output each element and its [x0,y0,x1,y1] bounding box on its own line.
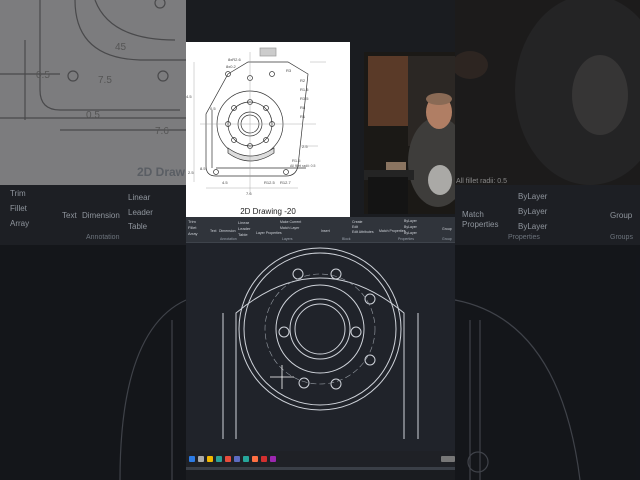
ribbon-insert-button[interactable]: Insert [321,229,330,233]
drawing-canvas[interactable] [186,243,455,470]
ribbon-edit-button[interactable]: Edit [352,225,358,229]
ref-dim-2: R3 [286,68,292,73]
teams-icon[interactable] [234,456,240,462]
ribbon-create-button[interactable]: Create [352,220,363,224]
bg-linear-label: Linear [128,193,151,202]
ref-dim-15: 2.5 [188,170,194,175]
bg-properties-label: Properties [462,220,499,229]
system-tray[interactable] [441,456,455,462]
ref-dim-7: R8 [300,105,306,110]
ribbon-layer-properties-button[interactable]: Layer Properties [256,231,282,235]
ref-fillet-note: All fillet radii: 0.5 [290,164,316,168]
bg-dim-45: 45 [115,42,127,53]
ribbon-toolbar: Trim Fillet Array Text Dimension Linear … [186,217,455,243]
bg-array-label: Array [10,219,30,228]
ribbon-group-button[interactable]: Group [442,227,452,231]
ref-dim-13: 2.5 [302,144,308,149]
bg-trim-label: Trim [10,189,26,198]
bg-dimension-label: Dimension [82,211,120,220]
group-properties: Properties [398,237,414,241]
file-explorer-icon[interactable] [207,456,213,462]
search-icon[interactable] [198,456,204,462]
app-icon-2[interactable] [252,456,258,462]
bg-bylayer-2: ByLayer [518,207,548,216]
bg-group-label: Group [610,211,633,220]
ribbon-trim-button[interactable]: Trim [188,219,196,224]
ribbon-table-button[interactable]: Table [238,232,248,237]
ref-dim-1: 8x0.2 [226,64,236,69]
ref-dim-12: R12.7 [280,180,291,185]
webcam-feed [364,52,455,214]
ribbon-fillet-button[interactable]: Fillet [188,225,196,230]
bg-dim-05b: 0.5 [86,110,100,121]
ref-dim-14: 7.6 [246,191,252,196]
reference-caption: 2D Drawing -20 [240,207,296,216]
ref-dim-5: R3.5 [300,96,309,101]
autocad-icon[interactable] [261,456,267,462]
bg-text-label: Text [62,211,77,220]
ref-dim-10: 4.5 [222,180,228,185]
bg-dim-05a: 0.5 [36,70,50,81]
group-block: Block [342,237,351,241]
ribbon-dimension-button[interactable]: Dimension [219,229,236,233]
cad-window: Trim Fillet Array Text Dimension Linear … [186,217,455,470]
ref-dim-6: 4.5 [186,94,192,99]
ref-dim-17: 0.5 [210,106,216,111]
bg-properties-group: Properties [508,234,540,241]
ribbon-array-button[interactable]: Array [188,231,198,236]
bg-match-label: Match [462,210,484,219]
ribbon-edit-attributes-button[interactable]: Edit Attributes [352,230,374,234]
ribbon-linear-button[interactable]: Linear [238,220,249,225]
app-icon[interactable] [243,456,249,462]
ribbon-bylayer-color[interactable]: ByLayer [404,219,417,223]
ref-dim-3: R2 [300,78,306,83]
webcam-image [364,52,455,214]
bg-dim-76: 7.6 [155,126,169,137]
ribbon-bylayer-linetype[interactable]: ByLayer [404,225,417,229]
bg-annotation-group: Annotation [86,234,120,241]
ref-dim-16: R1.5 [292,158,301,163]
ribbon-match-properties-button[interactable]: Match Properties [379,229,405,233]
bg-bylayer-1: ByLayer [518,192,548,201]
bg-leader-label: Leader [128,208,153,217]
ribbon-match-layer-button[interactable]: Match Layer [280,226,299,230]
reference-drawing-svg [193,47,326,194]
reference-drawing: 8xR2.6 8x0.2 R3 R2 R1.5 R3.5 4.5 R8 R1 8… [186,42,350,218]
group-group: Group [442,237,452,241]
bg-fillet-label: Fillet [10,204,27,213]
ref-dim-0: 8xR2.6 [228,57,241,62]
bg-groups-group: Groups [610,234,633,241]
bg-title-text: 2D Draw [137,165,186,179]
bg-table-label: Table [128,222,148,231]
ribbon-make-current-button[interactable]: Make Current [280,220,301,224]
bg-bylayer-3: ByLayer [518,222,548,231]
start-icon[interactable] [189,456,195,462]
edge-icon[interactable] [216,456,222,462]
bg-dim-75: 7.5 [98,75,112,86]
ribbon-bylayer-lineweight[interactable]: ByLayer [404,231,417,235]
windows-taskbar [186,451,455,467]
ribbon-text-button[interactable]: Text [210,229,216,233]
bg-fillet-note: All fillet radii: 0.5 [456,178,507,185]
drawing-geometry [222,247,419,439]
ribbon-leader-button[interactable]: Leader [238,226,250,231]
group-layers: Layers [282,237,293,241]
app-icon-3[interactable] [270,456,276,462]
ref-dim-8: R1 [300,114,306,119]
ref-dim-11: R12.5 [264,180,275,185]
ref-dim-4: R1.5 [300,87,309,92]
chrome-icon[interactable] [225,456,231,462]
group-annotation: Annotation [220,237,237,241]
ref-dim-9: 8.5 [200,166,206,171]
